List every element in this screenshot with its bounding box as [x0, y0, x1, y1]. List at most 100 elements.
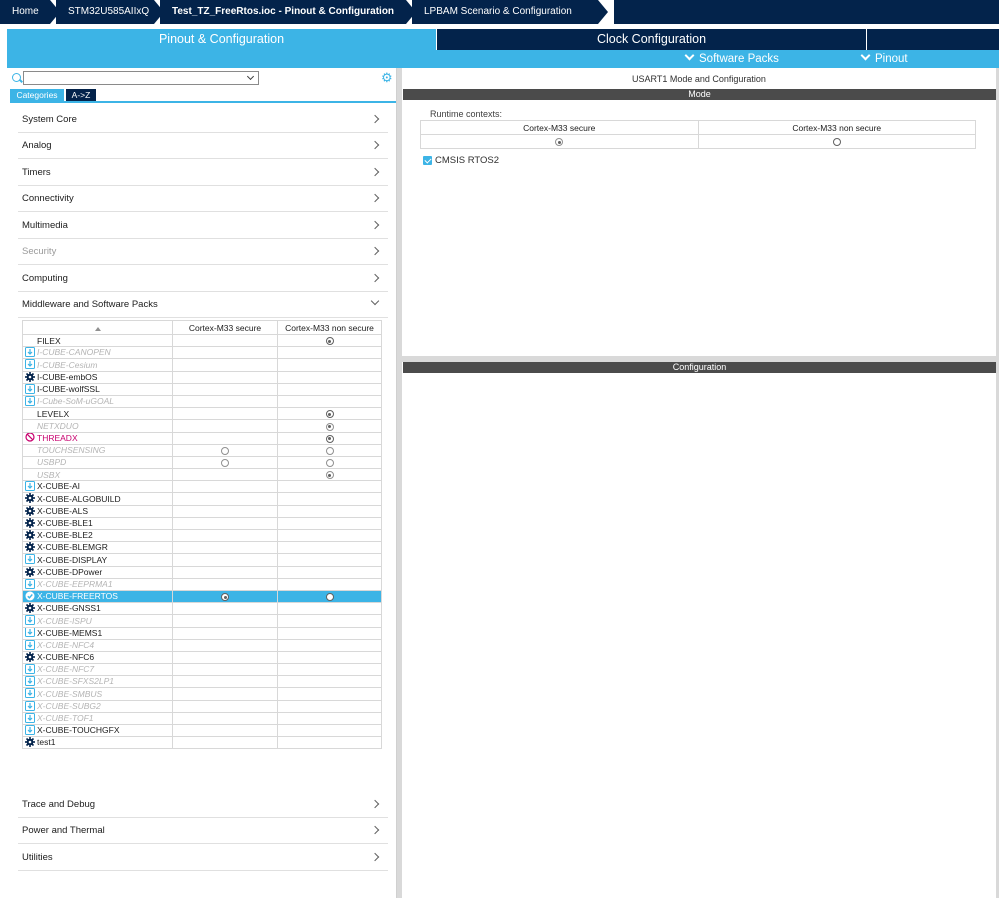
table-row[interactable]: THREADX: [22, 431, 382, 445]
table-row[interactable]: I-Cube-SoM-uGOAL: [22, 394, 382, 409]
table-row[interactable]: X-CUBE-NFC6: [22, 650, 382, 665]
runtime-secure-radio[interactable]: [555, 138, 564, 147]
table-row[interactable]: I-CUBE-Cesium: [22, 358, 382, 372]
sort-column-header[interactable]: [22, 320, 173, 335]
breadcrumb-lpbam[interactable]: LPBAM Scenario & Configuration: [412, 0, 608, 24]
nonsecure-radio[interactable]: [325, 447, 334, 456]
nonsecure-radio[interactable]: [325, 410, 334, 419]
download-icon: [25, 640, 35, 650]
nonsecure-radio[interactable]: [325, 593, 334, 602]
breadcrumb-home[interactable]: Home: [0, 0, 60, 24]
nonsecure-radio[interactable]: [325, 422, 334, 431]
category-label: Timers: [22, 167, 51, 178]
component-name-cell: X-CUBE-FREERTOS: [22, 589, 173, 604]
nonsecure-cell: [277, 553, 382, 567]
table-row[interactable]: TOUCHSENSING: [22, 443, 382, 457]
gear-icon: [25, 372, 35, 382]
table-row[interactable]: X-CUBE-NFC7: [22, 663, 382, 677]
table-row[interactable]: LEVELX: [22, 407, 382, 421]
category-power-thermal[interactable]: Power and Thermal: [18, 818, 388, 844]
component-name: X-CUBE-NFC7: [37, 664, 95, 675]
table-row[interactable]: I-CUBE-wolfSSL: [22, 382, 382, 396]
table-row[interactable]: test1: [22, 736, 382, 750]
nonsecure-cell: [277, 346, 382, 360]
table-row[interactable]: X-CUBE-NFC4: [22, 638, 382, 652]
table-row[interactable]: X-CUBE-MEMS1: [22, 626, 382, 640]
category-middleware[interactable]: Middleware and Software Packs: [18, 292, 388, 318]
nonsecure-radio[interactable]: [325, 459, 334, 468]
secure-cell: [172, 480, 278, 494]
breadcrumb-project[interactable]: Test_TZ_FreeRtos.ioc - Pinout & Configur…: [160, 0, 416, 24]
secure-cell: [172, 736, 278, 750]
table-row[interactable]: X-CUBE-SUBG2: [22, 699, 382, 713]
tab-pinout-configuration[interactable]: Pinout & Configuration: [7, 29, 436, 50]
gear-icon[interactable]: ⚙: [381, 71, 393, 84]
tab-az[interactable]: A->Z: [66, 89, 96, 101]
table-row[interactable]: X-CUBE-EEPRMA1: [22, 577, 382, 591]
tab-clock-configuration[interactable]: Clock Configuration: [437, 29, 866, 50]
secure-radio[interactable]: [221, 593, 229, 602]
nonsecure-cell: [277, 638, 382, 652]
column-header-secure[interactable]: Cortex-M33 secure: [172, 320, 278, 335]
nonsecure-cell: [277, 687, 382, 701]
component-name: I-CUBE-CANOPEN: [37, 347, 111, 358]
download-icon: [25, 688, 35, 699]
table-row[interactable]: I-CUBE-embOS: [22, 370, 382, 384]
table-row[interactable]: X-CUBE-SFXS2LP1: [22, 675, 382, 689]
tab-clock-label: Clock Configuration: [596, 32, 707, 46]
component-name: THREADX: [37, 432, 78, 443]
table-row[interactable]: X-CUBE-AI: [22, 480, 382, 494]
nonsecure-radio[interactable]: [325, 337, 334, 346]
table-row[interactable]: X-CUBE-DISPLAY: [22, 553, 382, 567]
category-connectivity[interactable]: Connectivity: [18, 186, 388, 212]
column-header-nonsecure[interactable]: Cortex-M33 non secure: [277, 320, 382, 335]
table-row[interactable]: X-CUBE-BLE1: [22, 516, 382, 531]
table-row[interactable]: X-CUBE-ISPU: [22, 614, 382, 628]
pinout-menu[interactable]: Pinout: [860, 50, 908, 67]
category-multimedia[interactable]: Multimedia: [18, 213, 388, 239]
cmsis-rtos2-checkbox[interactable]: [423, 156, 432, 165]
table-row[interactable]: USBPD: [22, 455, 382, 470]
table-row[interactable]: X-CUBE-TOF1: [22, 711, 382, 726]
nonsecure-cell: [277, 394, 382, 409]
runtime-nonsecure-radio[interactable]: [832, 138, 841, 147]
download-icon: [25, 676, 35, 687]
secure-cell: [172, 638, 278, 652]
chevron-right-icon: [370, 852, 380, 862]
secure-radio[interactable]: [221, 459, 229, 468]
secure-cell: [172, 589, 278, 604]
category-timers[interactable]: Timers: [18, 160, 388, 186]
tab-categories[interactable]: Categories: [10, 89, 64, 101]
table-row[interactable]: X-CUBE-BLE2: [22, 528, 382, 543]
table-row[interactable]: FILEX: [22, 333, 382, 348]
secure-cell: [172, 504, 278, 518]
download-icon: [25, 384, 35, 394]
software-packs-menu[interactable]: Software Packs: [684, 50, 779, 67]
category-computing[interactable]: Computing: [18, 266, 388, 292]
category-analog[interactable]: Analog: [18, 133, 388, 159]
download-icon: [25, 347, 35, 358]
secure-radio[interactable]: [221, 447, 229, 456]
table-row[interactable]: X-CUBE-GNSS1: [22, 602, 382, 616]
table-row[interactable]: X-CUBE-ALGOBUILD: [22, 492, 382, 506]
table-row[interactable]: X-CUBE-TOUCHGFX: [22, 723, 382, 738]
table-row[interactable]: X-CUBE-ALS: [22, 504, 382, 518]
category-label: Trace and Debug: [22, 799, 96, 810]
table-row[interactable]: X-CUBE-FREERTOS: [22, 589, 382, 604]
category-trace-debug[interactable]: Trace and Debug: [18, 792, 388, 818]
table-row[interactable]: USBX: [22, 468, 382, 482]
table-row[interactable]: X-CUBE-DPower: [22, 565, 382, 579]
category-system-core[interactable]: System Core: [18, 107, 388, 133]
table-row[interactable]: NETXDUO: [22, 419, 382, 433]
table-row[interactable]: X-CUBE-SMBUS: [22, 687, 382, 701]
tab-categories-label: Categories: [16, 90, 58, 100]
component-name-cell: I-CUBE-CANOPEN: [22, 346, 173, 360]
breadcrumb-mcu[interactable]: STM32U585AIIxQ: [56, 0, 164, 24]
table-row[interactable]: I-CUBE-CANOPEN: [22, 346, 382, 360]
nonsecure-radio[interactable]: [325, 471, 334, 480]
category-security[interactable]: Security: [18, 239, 388, 265]
table-row[interactable]: X-CUBE-BLEMGR: [22, 541, 382, 555]
nonsecure-radio[interactable]: [325, 434, 334, 443]
search-input[interactable]: [23, 71, 259, 85]
category-utilities[interactable]: Utilities: [18, 845, 388, 871]
